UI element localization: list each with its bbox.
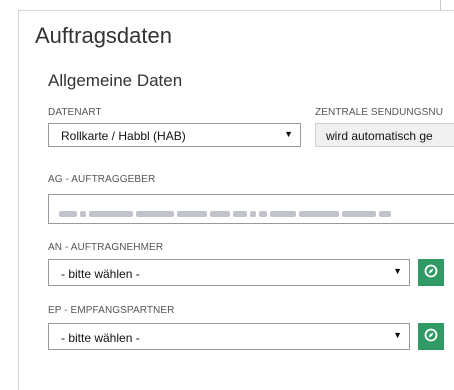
ag-label: AG - AUFTRAGGEBER: [48, 174, 156, 185]
ag-input[interactable]: l: [48, 194, 454, 224]
ep-action-button[interactable]: [418, 323, 444, 350]
panel-title: Auftragsdaten: [35, 23, 172, 48]
section-title: Allgemeine Daten: [48, 71, 183, 90]
auftragsdaten-panel: Auftragsdaten Allgemeine Daten DATENART …: [18, 10, 454, 390]
caret-down-icon: ▼: [393, 266, 402, 276]
datenart-value: Rollkarte / Habbl (HAB): [61, 129, 186, 143]
an-value: - bitte wählen -: [61, 267, 140, 281]
ag-obscured-value: [59, 206, 394, 217]
ep-label: EP - EMPFANGSPARTNER: [48, 305, 175, 316]
caret-down-icon: ▼: [284, 129, 293, 139]
zentrale-field: wird automatisch ge: [315, 123, 454, 147]
compass-icon: [424, 264, 438, 278]
zentrale-label: ZENTRALE SENDUNGSNU: [315, 107, 444, 118]
an-action-button[interactable]: [418, 259, 444, 286]
ep-select[interactable]: - bitte wählen - ▼: [48, 323, 410, 350]
compass-icon: [424, 328, 438, 342]
caret-down-icon: ▼: [393, 330, 402, 340]
an-select[interactable]: - bitte wählen - ▼: [48, 259, 410, 286]
datenart-select[interactable]: Rollkarte / Habbl (HAB) ▼: [48, 123, 301, 147]
zentrale-value: wird automatisch ge: [326, 129, 433, 143]
ep-value: - bitte wählen -: [61, 331, 140, 345]
datenart-label: DATENART: [48, 107, 102, 118]
an-label: AN - AUFTRAGNEHMER: [48, 242, 164, 253]
